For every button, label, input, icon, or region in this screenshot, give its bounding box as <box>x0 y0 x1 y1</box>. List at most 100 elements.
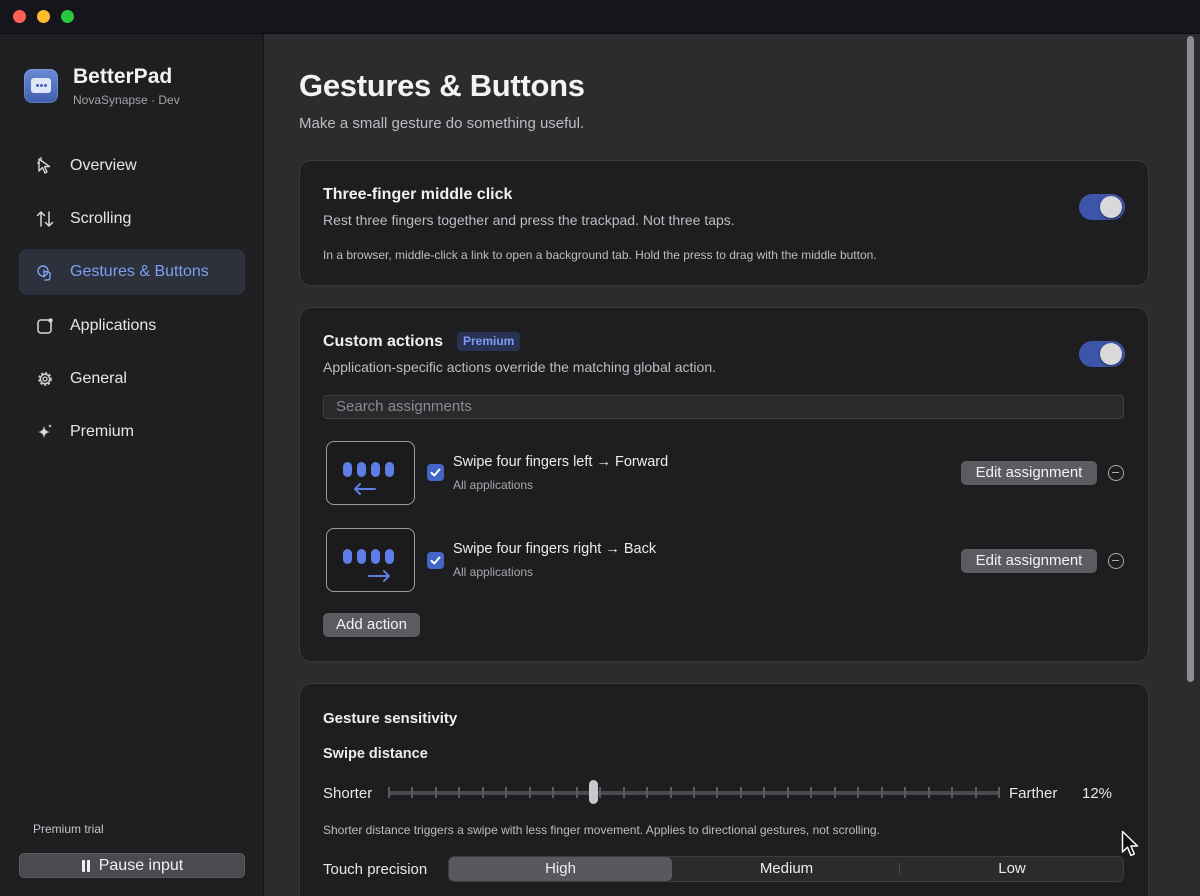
slider-tick <box>786 787 789 798</box>
title-bar <box>0 0 1200 34</box>
custom-actions-card: Custom actions Premium Application-speci… <box>299 307 1149 662</box>
precision-option-low[interactable]: Low <box>900 857 1124 881</box>
middle-click-description: Rest three fingers together and press th… <box>323 212 735 228</box>
slider-tick <box>505 787 508 798</box>
swipe-distance-label: Swipe distance <box>323 746 428 762</box>
main-content: Gestures & Buttons Make a small gesture … <box>265 34 1200 896</box>
scrollbar-thumb[interactable] <box>1187 36 1194 682</box>
slider-tick <box>716 787 719 798</box>
precision-option-high[interactable]: High <box>449 857 672 881</box>
sidebar-item-label: Applications <box>70 317 157 334</box>
sidebar-item-general[interactable]: General <box>19 356 245 402</box>
slider-tick <box>693 787 695 798</box>
sidebar-item-label: Premium <box>70 423 135 440</box>
pause-input-button[interactable]: Pause input <box>19 853 245 878</box>
search-assignments-input[interactable]: Search assignments <box>323 395 1124 419</box>
sidebar-item-label: Scrolling <box>70 210 132 227</box>
app-subtitle: NovaSynapse · Dev <box>73 93 180 107</box>
assignment-scope: All applications <box>453 565 534 579</box>
slider-tick <box>646 787 649 798</box>
middle-click-note: In a browser, middle-click a link to ope… <box>323 248 877 262</box>
slider-tick <box>974 787 977 798</box>
touch-precision-segmented: High Medium Low <box>448 856 1124 882</box>
assignment-scope: All applications <box>453 478 534 492</box>
main-scrollbar[interactable] <box>1184 36 1196 682</box>
app-window-icon <box>37 318 53 334</box>
slider-tick <box>411 787 414 798</box>
edit-assignment-button[interactable]: Edit assignment <box>961 549 1097 573</box>
sidebar-item-overview[interactable]: Overview <box>19 143 245 189</box>
gesture-preview-swipe-left <box>326 441 415 505</box>
middle-click-title: Three-finger middle click <box>323 186 513 203</box>
up-down-arrows-icon <box>36 211 54 227</box>
slider-tick <box>669 787 672 798</box>
slider-value: 12% <box>1082 785 1113 802</box>
pause-icon <box>81 859 91 872</box>
sidebar-item-label: Gestures & Buttons <box>70 263 209 280</box>
gesture-sensitivity-card: Gesture sensitivity Swipe distance Short… <box>299 683 1149 896</box>
slider-tick <box>458 787 461 798</box>
slider-tick <box>857 787 860 798</box>
sidebar: BetterPad NovaSynapse · Dev Overview Scr… <box>0 34 264 896</box>
pause-input-label: Pause input <box>98 856 184 874</box>
slider-tick <box>599 787 602 798</box>
toggle-knob <box>1100 343 1122 365</box>
assignment-checkbox[interactable] <box>427 552 444 569</box>
arrow-left-icon <box>354 483 376 495</box>
slider-min-label: Shorter <box>323 785 373 802</box>
sidebar-item-gestures-buttons[interactable]: Gestures & Buttons <box>19 249 245 295</box>
custom-actions-description: Application-specific actions override th… <box>323 359 716 375</box>
assignment-checkbox[interactable] <box>427 464 444 481</box>
slider-tick <box>880 787 883 798</box>
remove-assignment-icon[interactable] <box>1108 553 1124 569</box>
slider-tick <box>904 787 907 798</box>
app-name: BetterPad <box>73 65 173 88</box>
slider-tick <box>998 787 1000 798</box>
page-title: Gestures & Buttons <box>299 68 585 103</box>
premium-trial-label: Premium trial <box>33 822 104 836</box>
sensitivity-title: Gesture sensitivity <box>323 710 458 727</box>
gear-icon <box>38 372 52 386</box>
assignment-title: Swipe four fingers right → Back <box>453 541 657 557</box>
app-icon <box>24 69 58 103</box>
assignment-title: Swipe four fingers left → Forward <box>453 454 669 470</box>
custom-actions-toggle[interactable] <box>1079 341 1125 367</box>
sensitivity-note: Shorter distance triggers a swipe with l… <box>323 823 880 837</box>
add-action-button[interactable]: Add action <box>323 613 420 637</box>
arrow-right-icon <box>368 570 390 582</box>
premium-badge: Premium <box>457 332 521 351</box>
toggle-knob <box>1100 196 1122 218</box>
slider-tick <box>528 787 531 798</box>
slider-tick <box>951 787 954 798</box>
checkmark-icon <box>430 468 441 477</box>
slider-tick <box>927 787 930 798</box>
slider-tick <box>833 787 836 798</box>
middle-click-toggle[interactable] <box>1079 194 1125 220</box>
cursor-arrow-icon <box>37 157 51 174</box>
slider-thumb[interactable] <box>589 780 598 804</box>
precision-option-medium[interactable]: Medium <box>674 857 899 881</box>
mouse-pointer-icon <box>1121 830 1139 857</box>
sidebar-item-scrolling[interactable]: Scrolling <box>19 196 245 242</box>
sidebar-item-applications[interactable]: Applications <box>19 303 245 349</box>
remove-assignment-icon[interactable] <box>1108 465 1124 481</box>
slider-tick <box>763 787 766 798</box>
sparkles-icon <box>38 424 52 438</box>
slider-tick <box>575 787 578 798</box>
slider-tick <box>810 787 813 798</box>
sidebar-item-label: General <box>70 370 127 387</box>
sidebar-item-premium[interactable]: Premium <box>19 409 245 455</box>
page-subtitle: Make a small gesture do something useful… <box>299 115 585 132</box>
zoom-window-button[interactable] <box>61 10 74 23</box>
minimize-window-button[interactable] <box>37 10 50 23</box>
slider-tick <box>622 787 625 798</box>
checkmark-icon <box>430 556 441 565</box>
edit-assignment-button[interactable]: Edit assignment <box>961 461 1097 485</box>
close-window-button[interactable] <box>13 10 26 23</box>
slider-max-label: Farther <box>1009 785 1058 802</box>
custom-actions-title: Custom actions <box>323 333 444 350</box>
slider-tick <box>552 787 555 798</box>
app-window: BetterPad NovaSynapse · Dev Overview Scr… <box>0 0 1200 896</box>
gesture-preview-swipe-right <box>326 528 415 592</box>
tap-gesture-icon <box>37 265 51 281</box>
